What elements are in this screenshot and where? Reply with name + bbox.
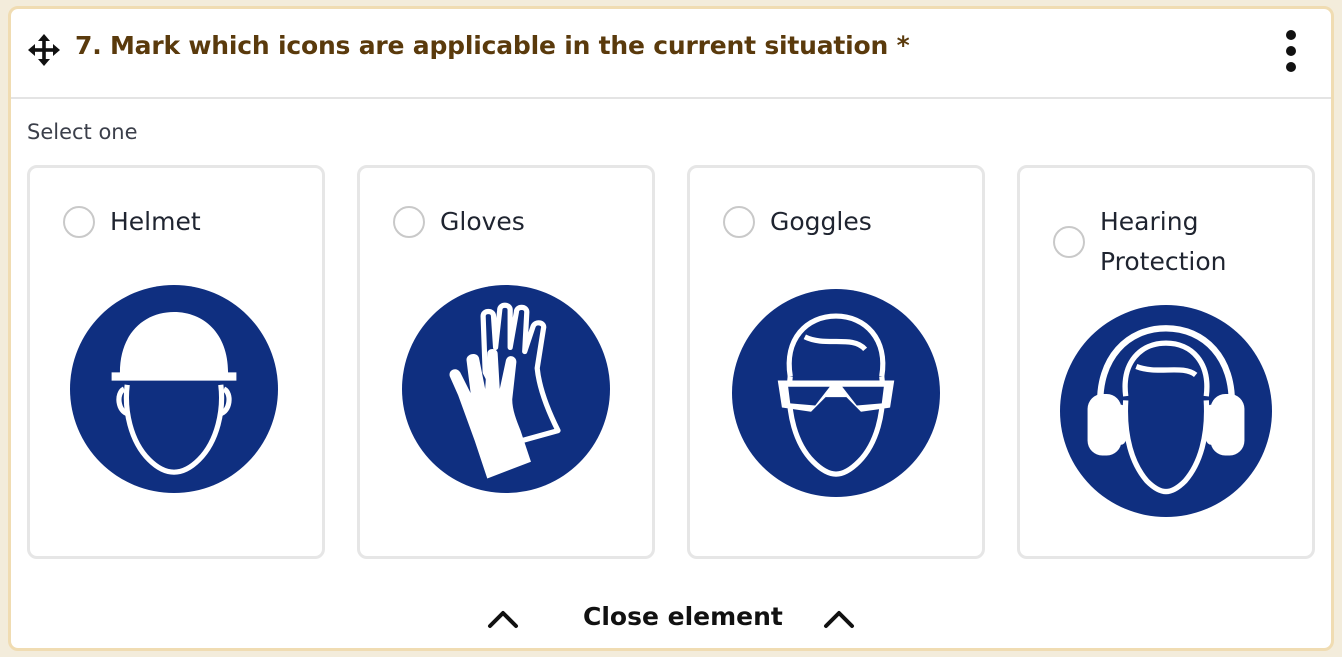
select-hint: Select one	[27, 120, 138, 144]
question-header: 7. Mark which icons are applicable in th…	[11, 9, 1331, 99]
option-card-hearing-protection[interactable]: Hearing Protection	[1017, 165, 1315, 559]
radio-hearing-protection[interactable]	[1053, 226, 1085, 258]
question-title: 7. Mark which icons are applicable in th…	[75, 31, 910, 60]
gloves-icon	[402, 285, 610, 493]
more-options-icon[interactable]	[1279, 29, 1303, 75]
option-card-helmet[interactable]: Helmet	[27, 165, 325, 559]
close-element-button[interactable]: Close element	[583, 602, 783, 631]
radio-helmet[interactable]	[63, 206, 95, 238]
chevron-up-icon[interactable]	[486, 608, 520, 630]
option-label-helmet: Helmet	[110, 207, 201, 236]
option-card-goggles[interactable]: Goggles	[687, 165, 985, 559]
option-label-goggles: Goggles	[770, 207, 872, 236]
goggles-icon	[732, 289, 940, 497]
footer: Close element	[11, 594, 1331, 644]
option-label-hearing-protection: Hearing Protection	[1100, 207, 1227, 276]
radio-gloves[interactable]	[393, 206, 425, 238]
option-card-gloves[interactable]: Gloves	[357, 165, 655, 559]
radio-goggles[interactable]	[723, 206, 755, 238]
question-element: 7. Mark which icons are applicable in th…	[8, 6, 1334, 651]
option-label-gloves: Gloves	[440, 207, 525, 236]
helmet-icon	[70, 285, 278, 493]
move-handle-icon[interactable]	[27, 33, 61, 67]
hearing-protection-icon	[1060, 305, 1272, 517]
chevron-up-icon[interactable]	[822, 608, 856, 630]
